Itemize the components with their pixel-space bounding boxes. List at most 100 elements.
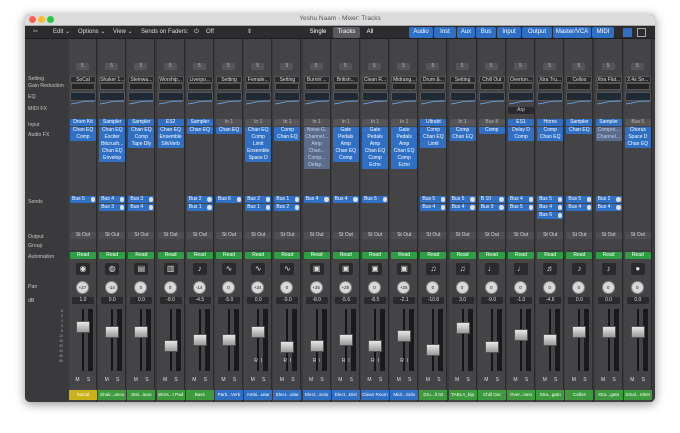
audio-fx-slot[interactable]: Comp [449, 127, 476, 134]
output-slot[interactable]: St Out [566, 232, 593, 239]
power-icon[interactable]: ⏻ [194, 27, 199, 37]
input-slot[interactable]: Bus 8 [478, 119, 505, 126]
pan-knob[interactable]: +25 [397, 281, 411, 294]
filter-tab-audio[interactable]: Audio [409, 27, 433, 38]
track-name[interactable]: Dru...lt 02 [419, 390, 448, 400]
track-name[interactable]: Stei...iano [127, 390, 156, 400]
output-slot[interactable]: St Out [391, 232, 418, 239]
send-level-knob[interactable] [148, 205, 154, 210]
audio-fx-slot[interactable]: Chan EQ [332, 148, 359, 155]
solo-button[interactable]: S [610, 377, 619, 384]
audio-fx-slot[interactable]: Space D [624, 134, 651, 141]
send-level-knob[interactable] [440, 205, 446, 210]
send-slot[interactable]: Bus 4 [303, 196, 330, 203]
send-level-knob[interactable] [470, 205, 475, 210]
automation-mode[interactable]: Read [537, 252, 564, 259]
send-slot[interactable]: Bus 2 [186, 196, 213, 203]
automation-mode[interactable]: Read [216, 252, 242, 259]
bus-assign[interactable]: 5 [426, 63, 440, 70]
eq-thumbnail[interactable] [274, 92, 301, 105]
audio-fx-slot[interactable]: Chan EQ [449, 134, 476, 141]
output-slot[interactable]: St Out [245, 232, 272, 239]
input-slot[interactable]: ES2 [157, 119, 184, 126]
input-slot[interactable]: Bus 5 [624, 119, 651, 126]
track-name[interactable]: Chill Out [477, 390, 506, 400]
setting-button[interactable]: Setting [274, 76, 301, 83]
audio-fx-slot[interactable]: Pedals [362, 134, 388, 141]
view-tab-all[interactable]: All [363, 27, 377, 38]
input-slot[interactable]: Sampler [186, 119, 213, 126]
send-slot[interactable]: Bus 2 [595, 196, 622, 203]
record-input-buttons[interactable]: R I [273, 358, 301, 364]
audio-fx-slot[interactable]: Amp [332, 141, 359, 148]
setting-button[interactable]: Burnin'... [303, 76, 330, 83]
solo-button[interactable]: S [551, 377, 560, 384]
bus-assign[interactable]: 5 [484, 63, 498, 70]
eq-thumbnail[interactable] [362, 92, 388, 105]
input-slot[interactable]: Drum Kit [70, 119, 96, 126]
audio-fx-slot[interactable]: Space D [245, 155, 272, 162]
input-slot[interactable]: Sampler [128, 119, 155, 126]
audio-fx-slot[interactable]: Comp [391, 155, 418, 162]
automation-mode[interactable]: Read [70, 252, 96, 259]
solo-button[interactable]: S [113, 377, 122, 384]
setting-button[interactable]: Cellos [566, 76, 593, 83]
bus-assign[interactable]: 5 [280, 63, 294, 70]
bus-assign[interactable]: 5 [309, 63, 323, 70]
eq-thumbnail[interactable] [303, 92, 330, 105]
setting-button[interactable]: Liverpo... [186, 76, 213, 83]
send-level-knob[interactable] [236, 197, 241, 202]
send-slot[interactable]: Bus 4 [420, 204, 447, 211]
audio-fx-slot[interactable]: Chan EQ [274, 134, 301, 141]
record-input-buttons[interactable]: R I [361, 358, 389, 364]
output-slot[interactable]: St Out [420, 232, 447, 239]
audio-fx-slot[interactable]: SilvVerb [157, 141, 184, 148]
audio-fx-slot[interactable]: Bitcrush... [99, 141, 126, 148]
volume-fader[interactable] [163, 339, 178, 352]
eq-thumbnail[interactable] [128, 92, 155, 105]
send-level-knob[interactable] [616, 197, 621, 202]
output-slot[interactable]: St Out [332, 232, 359, 239]
bus-assign[interactable]: 5 [192, 63, 206, 70]
send-slot[interactable]: Bus 4 [537, 204, 564, 211]
send-slot[interactable]: Bus 2 [245, 196, 272, 203]
automation-mode[interactable]: Read [508, 252, 534, 259]
eq-thumbnail[interactable] [216, 92, 242, 105]
mute-button[interactable]: M [628, 377, 637, 384]
pan-knob[interactable]: 0 [543, 281, 557, 294]
volume-fader[interactable] [426, 343, 441, 356]
solo-button[interactable]: S [288, 377, 297, 384]
record-input-buttons[interactable]: R I [332, 358, 360, 364]
input-slot[interactable]: In 1 [449, 119, 476, 126]
audio-fx-slot[interactable]: Comp [128, 134, 155, 141]
eq-thumbnail[interactable] [595, 92, 622, 105]
input-slot[interactable]: In 1 [245, 119, 272, 126]
send-level-knob[interactable] [207, 197, 212, 202]
send-slot[interactable]: Bus 4 [99, 196, 126, 203]
send-level-knob[interactable] [440, 197, 446, 202]
pan-knob[interactable]: +24 [251, 281, 265, 294]
send-slot[interactable]: Bus 5 [566, 196, 593, 203]
track-name[interactable]: Bass [185, 390, 214, 400]
mute-button[interactable]: M [161, 377, 170, 384]
mute-button[interactable]: M [599, 377, 608, 384]
audio-fx-slot[interactable]: Comp [420, 127, 447, 134]
pan-knob[interactable]: -14 [192, 281, 206, 294]
mute-button[interactable]: M [394, 377, 403, 384]
send-level-knob[interactable] [557, 213, 563, 218]
track-name[interactable]: Clean Room [361, 390, 389, 400]
automation-mode[interactable]: Read [128, 252, 155, 259]
volume-fader[interactable] [309, 339, 324, 352]
bus-assign[interactable]: 5 [455, 63, 469, 70]
pan-knob[interactable]: 0 [572, 281, 586, 294]
audio-fx-slot[interactable]: Chorus [624, 127, 651, 134]
send-slot[interactable]: Bus 4 [595, 204, 622, 211]
solo-button[interactable]: S [493, 377, 502, 384]
record-input-buttons[interactable]: R I [390, 358, 418, 364]
input-slot[interactable]: In 1 [391, 119, 418, 126]
track-name[interactable]: Elect...uitar [273, 390, 302, 400]
audio-fx-slot[interactable]: Comp [508, 134, 534, 141]
solo-button[interactable]: S [522, 377, 531, 384]
send-level-knob[interactable] [294, 205, 300, 210]
audio-fx-slot[interactable]: Comp [537, 127, 564, 134]
